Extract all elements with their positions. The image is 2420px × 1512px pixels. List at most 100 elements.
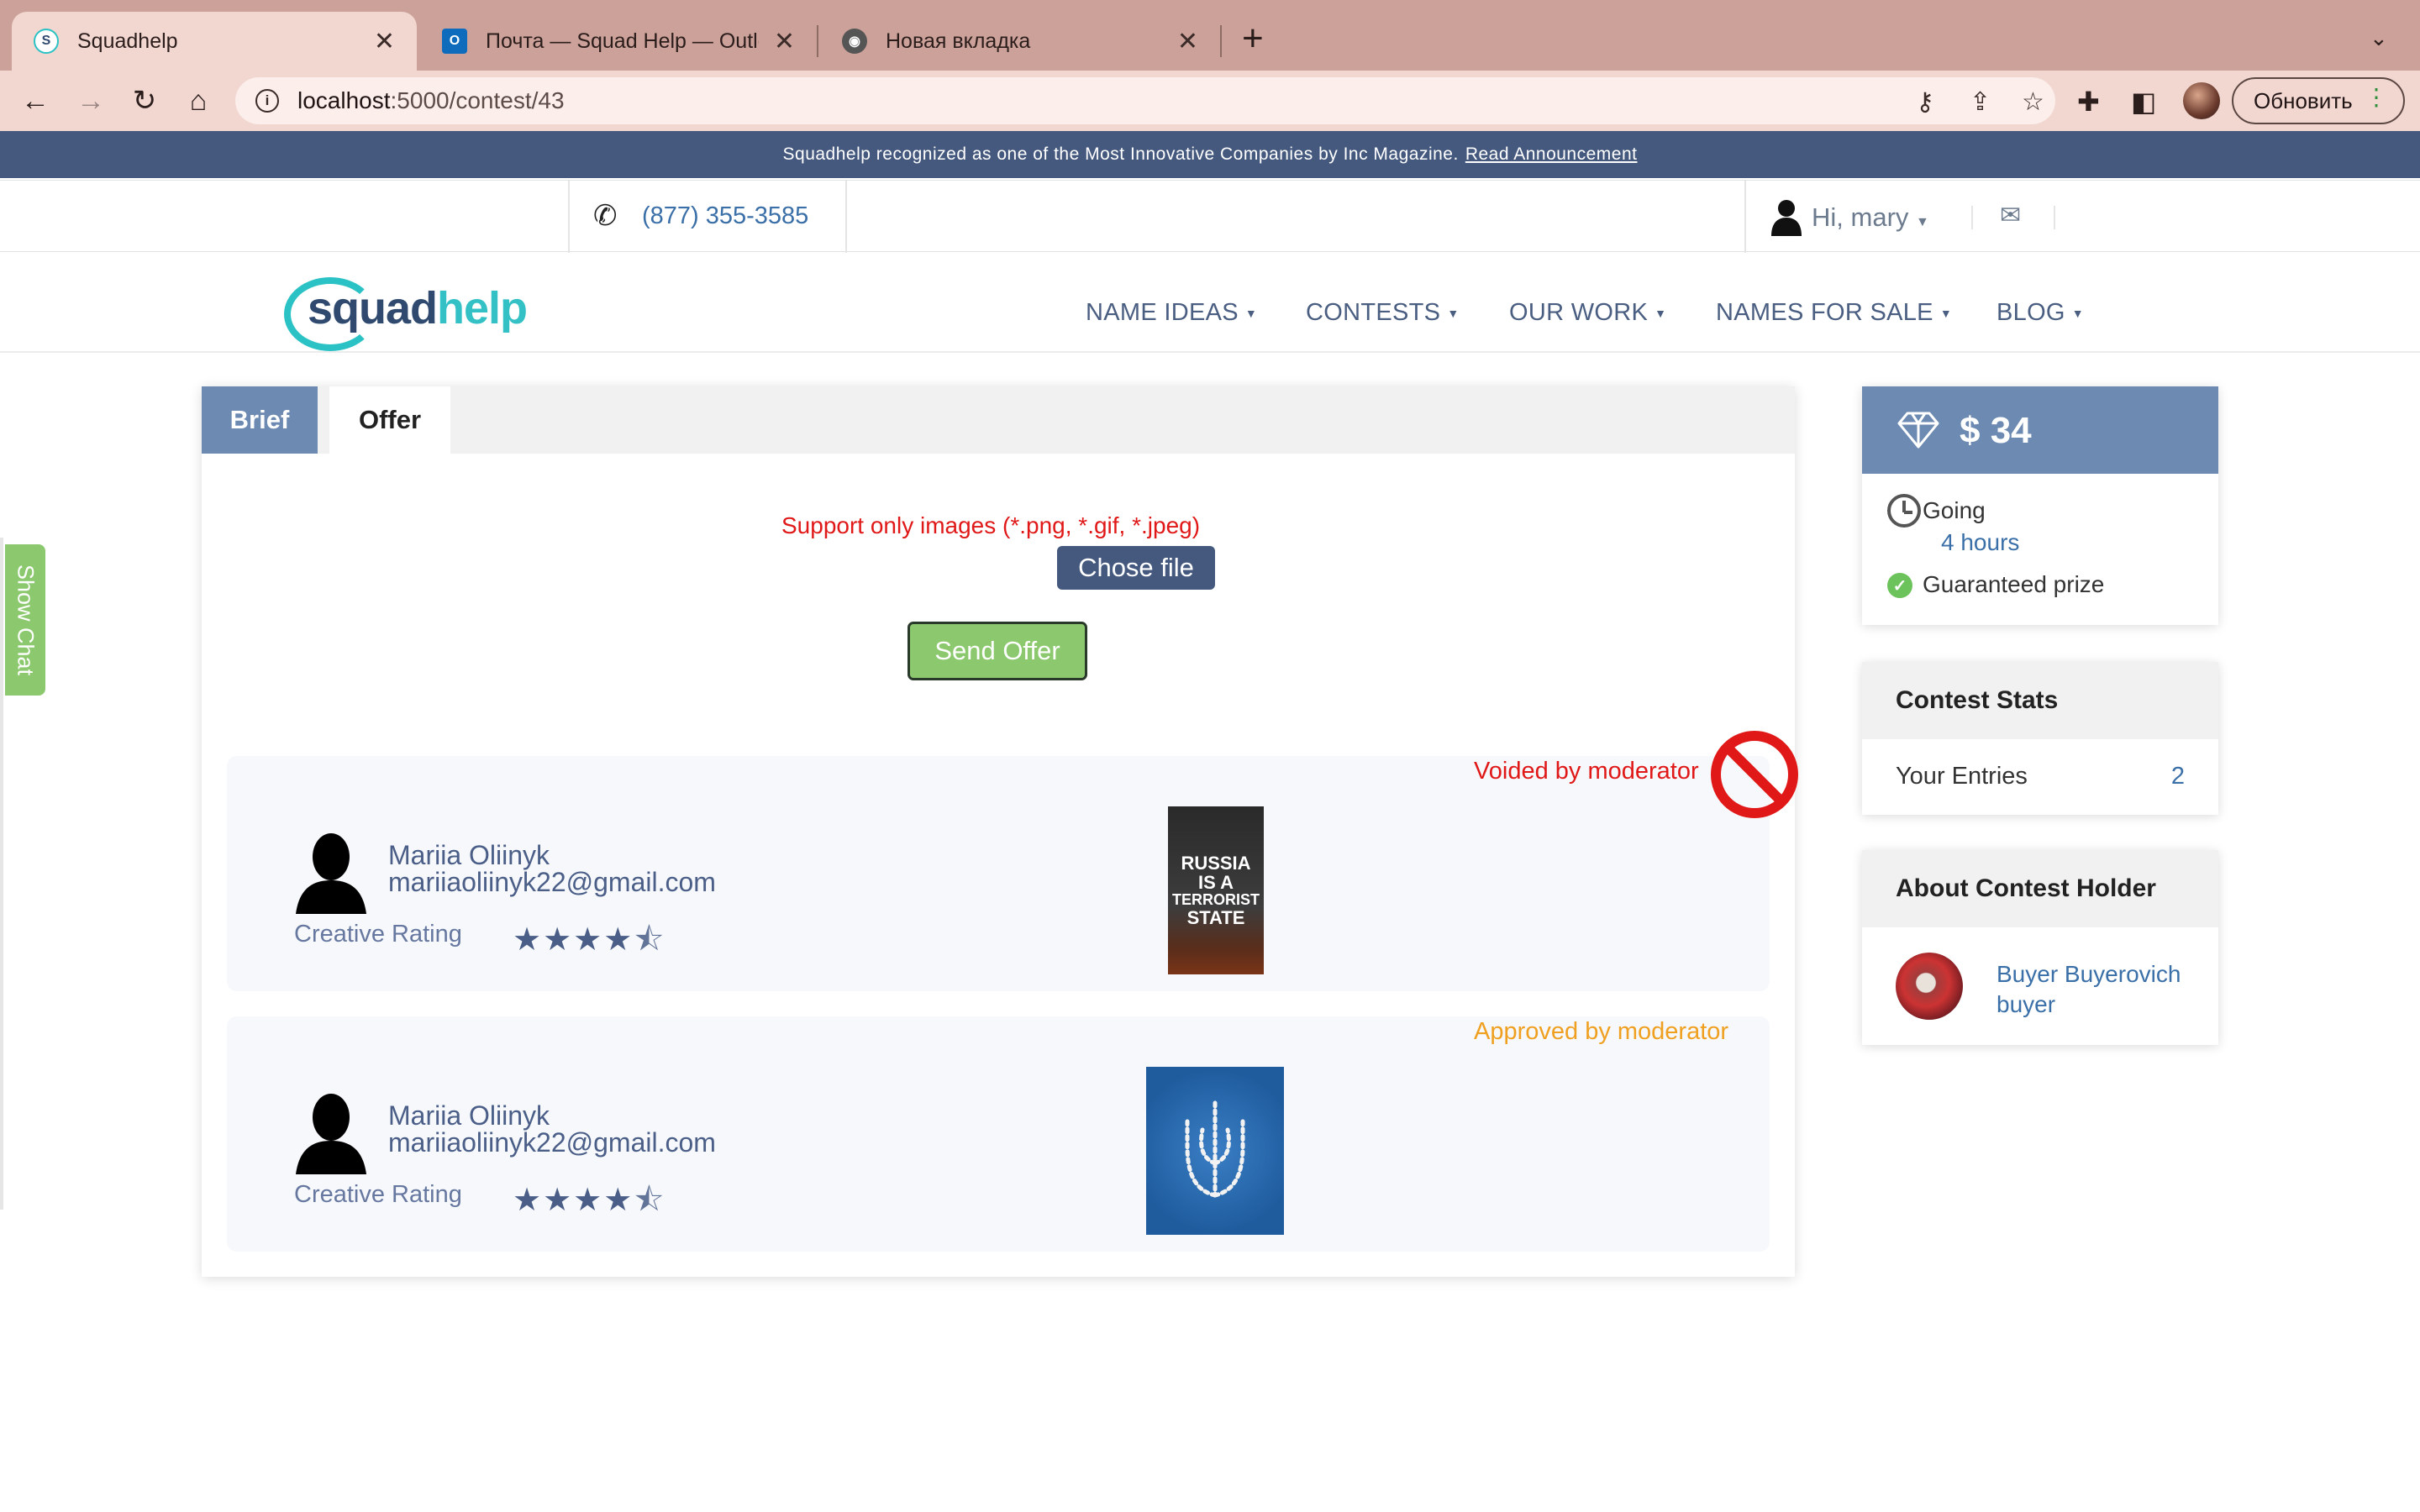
clock-icon bbox=[1887, 494, 1921, 528]
divider bbox=[2054, 206, 2055, 229]
outlook-icon: O bbox=[442, 29, 467, 54]
entry-status-approved: Approved by moderator bbox=[1474, 1018, 1729, 1045]
caret-down-icon: ▼ bbox=[2071, 307, 2084, 321]
send-offer-button[interactable]: Send Offer bbox=[908, 622, 1087, 680]
image-text: RUSSIA bbox=[1181, 852, 1251, 874]
more-menu-icon[interactable]: ⋮ bbox=[2365, 86, 2388, 109]
show-chat-button[interactable]: Show Chat bbox=[5, 544, 45, 696]
page-edge bbox=[0, 538, 3, 1210]
url-path: :5000/contest/43 bbox=[390, 87, 565, 113]
your-entries-row: Your Entries 2 bbox=[1862, 739, 2218, 815]
tab-separator bbox=[817, 25, 818, 57]
browser-toolbar: ← → ↻ ⌂ i localhost:5000/contest/43 ⚷ ⇪ … bbox=[0, 71, 2420, 131]
contest-panel: Brief Offer Support only images (*.png, … bbox=[202, 386, 1795, 1277]
contest-holder-card: About Contest Holder Buyer Buyerovich bu… bbox=[1862, 850, 2218, 1045]
home-icon[interactable]: ⌂ bbox=[180, 82, 217, 119]
holder-role: buyer bbox=[1996, 991, 2056, 1017]
contest-stats-title: Contest Stats bbox=[1862, 662, 2218, 739]
nav-name-ideas[interactable]: NAME IDEAS ▼ bbox=[1086, 299, 1257, 327]
offer-entry: Mariia Oliinyk mariiaoliinyk22@gmail.com… bbox=[227, 1016, 1770, 1252]
key-icon[interactable]: ⚷ bbox=[1916, 87, 1934, 117]
tab-offer[interactable]: Offer bbox=[329, 386, 450, 454]
close-tab-icon[interactable]: ✕ bbox=[774, 27, 795, 56]
nav-our-work[interactable]: OUR WORK ▼ bbox=[1509, 299, 1666, 327]
side-panel-icon[interactable]: ◧ bbox=[2131, 86, 2156, 118]
nav-blog[interactable]: BLOG ▼ bbox=[1996, 299, 2084, 327]
contest-status: Going bbox=[1923, 497, 1986, 523]
diamond-icon bbox=[1897, 412, 1939, 449]
holder-name[interactable]: Buyer Buyerovich bbox=[1996, 961, 2181, 988]
rating-stars: ★★★★⯪ bbox=[513, 1183, 666, 1218]
contest-holder-title: About Contest Holder bbox=[1862, 850, 2218, 927]
read-announcement-link[interactable]: Read Announcement bbox=[1465, 144, 1638, 165]
url-host: localhost bbox=[297, 87, 391, 113]
caret-down-icon: ▼ bbox=[1244, 307, 1258, 321]
bookmark-star-icon[interactable]: ☆ bbox=[2022, 87, 2044, 117]
voided-prohibited-icon bbox=[1711, 731, 1798, 818]
new-tab-plus-icon[interactable]: + bbox=[1242, 20, 1264, 57]
user-silhouette-icon bbox=[296, 1094, 366, 1174]
forward-arrow-icon[interactable]: → bbox=[72, 82, 109, 119]
nav-contests[interactable]: CONTESTS ▼ bbox=[1306, 299, 1459, 327]
contact-bar: ✆ (877) 355-3585 Hi, mary ▼ ✉ bbox=[0, 180, 2420, 253]
address-bar[interactable]: i localhost:5000/contest/43 ⚷ ⇪ ☆ bbox=[235, 77, 2055, 124]
main-navigation: squadhelp NAME IDEAS ▼ CONTESTS ▼ OUR WORK… bbox=[0, 252, 2420, 353]
user-menu[interactable]: Hi, mary ▼ bbox=[1812, 202, 1929, 233]
entry-image[interactable] bbox=[1146, 1067, 1284, 1235]
tab-outlook[interactable]: O Почта — Squad Help — Outlook ✕ bbox=[420, 12, 817, 71]
choose-file-button[interactable]: Chose file bbox=[1057, 546, 1215, 590]
close-tab-icon[interactable]: ✕ bbox=[1177, 27, 1198, 56]
site-info-icon[interactable]: i bbox=[255, 89, 279, 113]
browser-tab-strip: S Squadhelp ✕ O Почта — Squad Help — Out… bbox=[0, 0, 2420, 71]
time-left: 4 hours bbox=[1941, 529, 2020, 555]
tab-title: Новая вкладка bbox=[886, 29, 1031, 53]
prize-card: $ 34 Going 4 hours ✓ Guaranteed prize bbox=[1862, 386, 2218, 625]
image-text: TERRORIST bbox=[1171, 891, 1260, 909]
tab-title: Почта — Squad Help — Outlook bbox=[486, 29, 759, 53]
entry-status-voided: Voided by moderator bbox=[1474, 758, 1699, 785]
prize-header: $ 34 bbox=[1862, 386, 2218, 474]
announcement-bar: Squadhelp recognized as one of the Most … bbox=[0, 131, 2420, 178]
trident-image-icon bbox=[1185, 1100, 1245, 1198]
divider bbox=[1971, 206, 1973, 229]
tab-brief[interactable]: Brief bbox=[202, 386, 318, 454]
user-icon bbox=[1771, 200, 1802, 236]
tab-separator bbox=[1220, 25, 1222, 57]
announcement-text: Squadhelp recognized as one of the Most … bbox=[782, 144, 1459, 164]
squadhelp-favicon-icon: S bbox=[34, 29, 59, 54]
update-label: Обновить bbox=[2254, 87, 2353, 113]
holder-info: Buyer Buyerovich buyer bbox=[1862, 927, 2218, 1045]
extensions-puzzle-icon[interactable]: ✚ bbox=[2077, 86, 2100, 118]
caret-down-icon: ▼ bbox=[1655, 307, 1667, 321]
back-arrow-icon[interactable]: ← bbox=[17, 82, 54, 119]
caret-down-icon: ▼ bbox=[1939, 307, 1952, 321]
mail-icon[interactable]: ✉ bbox=[2000, 201, 2021, 230]
image-text: STATE bbox=[1186, 906, 1245, 928]
guaranteed-prize-label: Guaranteed prize bbox=[1923, 571, 2105, 597]
tab-squadhelp[interactable]: S Squadhelp ✕ bbox=[12, 12, 417, 71]
your-entries-count: 2 bbox=[2170, 763, 2185, 790]
squadhelp-logo[interactable]: squadhelp bbox=[284, 277, 529, 354]
check-circle-icon: ✓ bbox=[1887, 573, 1912, 598]
chevron-down-icon: ▼ bbox=[1916, 215, 1929, 229]
user-silhouette-icon bbox=[296, 833, 366, 914]
divider bbox=[568, 181, 570, 253]
entry-image[interactable]: RUSSIA IS A TERRORIST STATE bbox=[1168, 806, 1264, 974]
share-icon[interactable]: ⇪ bbox=[1970, 87, 1991, 117]
tab-new-tab[interactable]: ◉ Новая вкладка ✕ bbox=[820, 12, 1220, 71]
chrome-icon: ◉ bbox=[842, 29, 867, 54]
tab-search-chevron-icon[interactable]: ⌄ bbox=[2370, 25, 2388, 51]
user-greeting: Hi, mary bbox=[1812, 202, 1909, 232]
phone-number-link[interactable]: (877) 355-3585 bbox=[642, 202, 808, 230]
creative-rating-label: Creative Rating bbox=[294, 1181, 462, 1208]
close-tab-icon[interactable]: ✕ bbox=[374, 27, 395, 56]
nav-names-for-sale[interactable]: NAMES FOR SALE ▼ bbox=[1716, 299, 1952, 327]
panel-tabs: Brief Offer bbox=[202, 386, 1795, 454]
divider bbox=[845, 181, 847, 253]
update-browser-button[interactable]: Обновить ⋮ bbox=[2232, 77, 2405, 124]
profile-avatar[interactable] bbox=[2183, 82, 2220, 119]
reload-icon[interactable]: ↻ bbox=[126, 82, 163, 119]
divider bbox=[1744, 181, 1746, 253]
prize-amount: $ 34 bbox=[1960, 410, 2032, 451]
entry-author-email: mariiaoliinyk22@gmail.com bbox=[388, 867, 716, 897]
